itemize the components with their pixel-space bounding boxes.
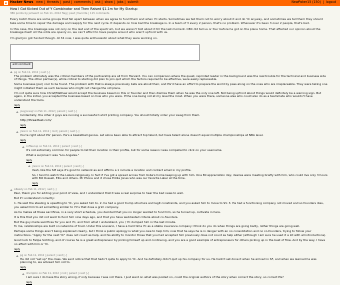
comment-text: Paul, thank you for adding your point of… xyxy=(14,191,328,251)
reply-link[interactable]: reply xyxy=(14,104,20,107)
user-area: NewPoker15 (150) | logout xyxy=(291,0,336,5)
comment-paragraph: Good luck to Felipe Sichting, and of cou… xyxy=(14,238,326,246)
comment-paragraph: Some business (per) cool to be found. Th… xyxy=(14,82,328,90)
comment: joeyjonesjr on Feb 11, 2012 | parent | n… xyxy=(16,110,328,127)
comment-body: coffeecup on Feb 11, 2012 | parent | nex… xyxy=(26,145,328,162)
upvote-arrow-icon[interactable] xyxy=(16,130,19,133)
comment-text: It's not extremely common for people to … xyxy=(26,147,328,163)
comment-body: jrsonic on Feb 11, 2012 | root | parent … xyxy=(20,130,328,143)
nav-past[interactable]: past xyxy=(63,0,70,4)
comment-text: I am sure I do have the story wrong, if … xyxy=(26,276,328,285)
comment-paragraph: It is this that you did not want to fund… xyxy=(14,214,179,219)
comment: jrsonic on Feb 11, 2012 | root | parent … xyxy=(16,130,328,143)
story-paragraph: In this case, the breakage was not only … xyxy=(10,26,321,35)
comment-paragraph: Perhaps some things aren't being explain… xyxy=(14,229,327,238)
logout-link[interactable]: logout xyxy=(326,0,336,5)
user-profile-link[interactable]: NewPoker15 (150) xyxy=(291,0,320,5)
comment: pg on Feb 11, 2012 | parent | next [–] He… xyxy=(16,254,328,270)
comment-paragraph: What a surprise! I was "Los Angeles." xyxy=(26,152,80,157)
story-age[interactable]: on Feb 11, 2012 xyxy=(40,12,61,15)
comment-paragraph: So, I tend to watch the Lakers religious… xyxy=(32,172,328,181)
story-author[interactable]: by jamesrit xyxy=(25,12,40,15)
reply-link[interactable]: reply xyxy=(20,266,26,269)
comment: coffeecup on Feb 11, 2012 | parent | nex… xyxy=(22,145,328,162)
reply-link[interactable]: reply xyxy=(20,139,26,142)
comment-paragraph: I am sure I do have the story wrong, if … xyxy=(26,275,284,280)
comment-body: AReady on Feb 11, 2012 | next [–] Paul, t… xyxy=(14,188,328,251)
nav-show[interactable]: show xyxy=(105,0,113,4)
comment-paragraph: The problem ultimately was the critical … xyxy=(14,73,326,82)
story-links[interactable]: flag | past | favorite | 115 comments xyxy=(62,12,110,15)
comment-text: The problem ultimately was the critical … xyxy=(14,73,328,108)
upvote-arrow-icon[interactable] xyxy=(22,273,25,276)
comment-paragraph: You're right about PG' person. He's a ba… xyxy=(20,132,264,137)
upvote-arrow-icon[interactable] xyxy=(28,165,31,168)
nav-jobs[interactable]: jobs xyxy=(117,0,124,4)
comment: pg on Feb 11, 2012 | next [–] The problem… xyxy=(10,71,328,108)
hn-logo[interactable]: Y xyxy=(4,1,8,5)
comment-paragraph: He did not "set up" the class. We sent n… xyxy=(20,256,317,265)
comment: AReady on Feb 11, 2012 | next [–] Paul, t… xyxy=(10,188,328,251)
comment-text: He did not "set up" the class. We sent n… xyxy=(20,256,328,270)
comment-body: joeyjonesjr on Feb 11, 2012 | parent | n… xyxy=(20,110,328,127)
reply-link[interactable]: reply xyxy=(26,159,32,162)
reply-link[interactable]: reply xyxy=(32,182,38,185)
comment-body: pg on Feb 11, 2012 | next [–] The problem… xyxy=(14,71,328,108)
upvote-arrow-icon[interactable] xyxy=(16,110,19,113)
site-name[interactable]: Hacker News xyxy=(10,0,33,5)
comment: drumpkin on Feb 11, 2012 | root | parent… xyxy=(22,272,328,285)
nav-links: new| threads| past| comments| ask| show|… xyxy=(36,0,139,5)
nav-comments[interactable]: comments xyxy=(74,0,91,4)
comment-text: You're right about PG' person. He's a ba… xyxy=(20,132,328,143)
nav-threads[interactable]: threads xyxy=(47,0,59,4)
upvote-arrow-icon[interactable] xyxy=(10,189,13,191)
nav-new[interactable]: new xyxy=(36,0,43,4)
comment-body: jrsonic on Feb 11, 2012 | parent | next … xyxy=(32,165,328,186)
comment-text: Yeah, like the SM says it's good to netw… xyxy=(32,167,328,186)
comment-body: pg on Feb 11, 2012 | parent | next [–] He… xyxy=(20,254,328,270)
comment-paragraph: Paul, thank you for adding your point of… xyxy=(14,191,184,196)
reply-link[interactable]: reply xyxy=(20,124,26,127)
reply-link[interactable]: reply xyxy=(14,248,20,251)
comment-text: Incidentally, the other 2 guys are runni… xyxy=(20,112,328,128)
comment: jrsonic on Feb 11, 2012 | parent | next … xyxy=(28,165,328,186)
nav-ask[interactable]: ask xyxy=(95,0,100,4)
comment-textarea[interactable] xyxy=(10,43,200,61)
nav-submit[interactable]: submit xyxy=(128,0,139,4)
story-text: Every batch there are some groups that f… xyxy=(10,16,328,41)
story-paragraph: Every batch there are some groups that f… xyxy=(10,16,323,25)
comment-paragraph: Incidentally, the other 2 guys are runni… xyxy=(20,112,201,117)
comment-paragraph: Yeah, like the SM says it's good to netw… xyxy=(32,167,192,172)
reply-link[interactable]: reply xyxy=(26,281,32,284)
comment-paragraph: I'm not quite sure how Christ/Mathew wou… xyxy=(14,90,322,103)
comment-body: drumpkin on Feb 11, 2012 | root | parent… xyxy=(26,272,328,285)
add-comment-button[interactable]: add comment xyxy=(10,61,34,69)
comment-paragraph: As he makes all these sacrifices, in a v… xyxy=(14,209,221,214)
comment-paragraph: It's not extremely common for people to … xyxy=(26,147,223,152)
comment-tree: pg on Feb 11, 2012 | next [–] The problem… xyxy=(0,69,340,285)
comment-url-link[interactable]: http://threadtest.com/ xyxy=(20,118,51,122)
story-subtext: 386 points by jamesrit on Feb 11, 2012 f… xyxy=(10,12,328,16)
upvote-arrow-icon[interactable] xyxy=(16,254,19,257)
story-paragraph: I'm glad Jon got funded though. At 34 no… xyxy=(10,36,158,41)
story-points: 386 points xyxy=(10,11,24,15)
comment-paragraph: 1. He said the stealing is upsetting to … xyxy=(14,201,324,209)
upvote-arrow-icon[interactable] xyxy=(22,145,25,148)
story: How I Got Kicked Out of Y Combinator and… xyxy=(0,6,340,41)
upvote-arrow-icon[interactable] xyxy=(10,71,13,74)
